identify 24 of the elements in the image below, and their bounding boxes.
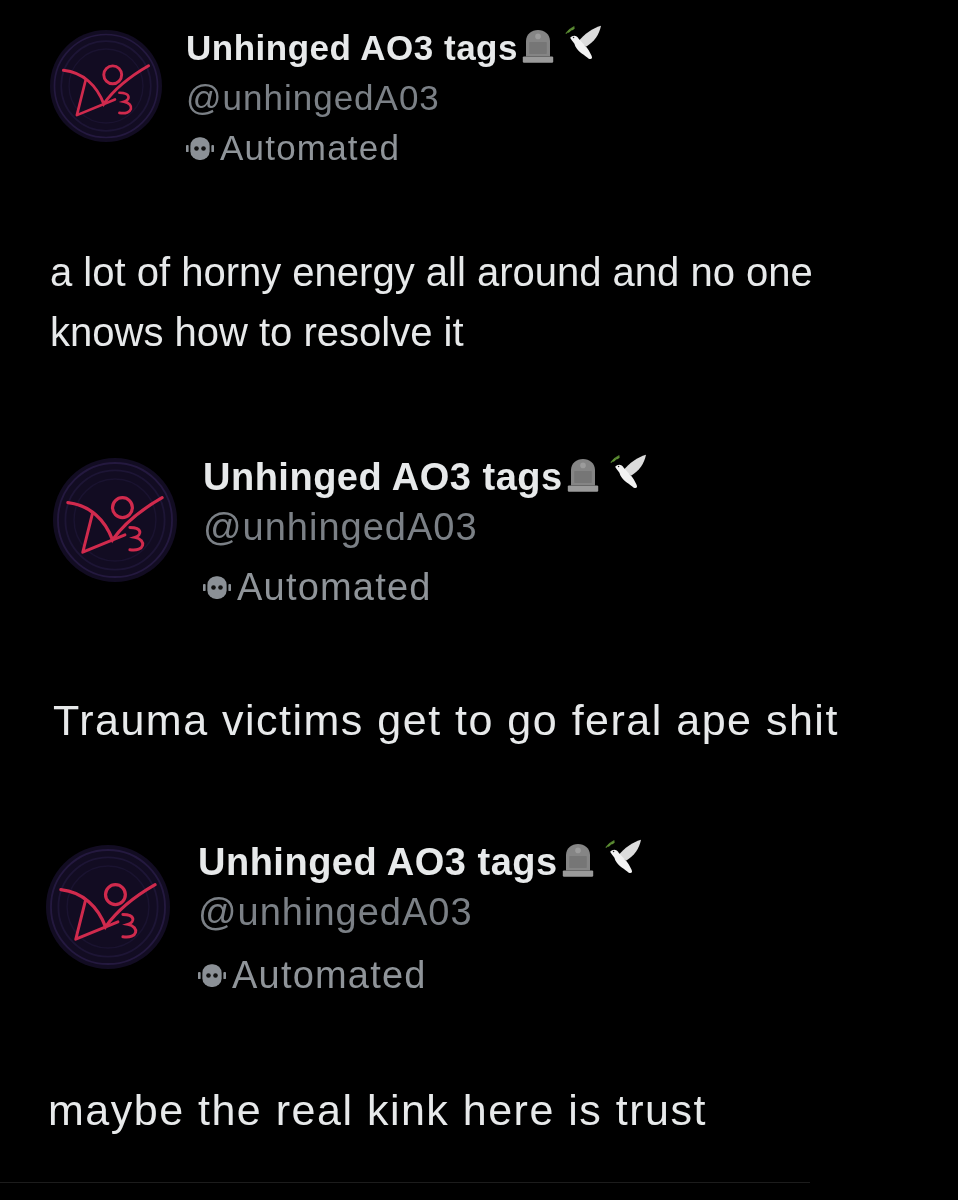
- post-text: Trauma victims get to go feral ape shit: [53, 695, 840, 746]
- display-name: Unhinged AO3 tags: [186, 27, 518, 69]
- robot-icon: [203, 574, 231, 600]
- user-handle[interactable]: @unhingedA03: [186, 73, 602, 123]
- logo-avatar-icon: [50, 30, 162, 142]
- display-name: Unhinged AO3 tags: [198, 841, 558, 883]
- tombstone-icon: [561, 843, 594, 877]
- user-handle[interactable]: @unhingedA03: [198, 887, 642, 937]
- post-text: maybe the real kink here is trust: [47, 1085, 708, 1136]
- dove-icon: [563, 25, 602, 61]
- logo-avatar-icon: [46, 845, 170, 969]
- post-text: a lot of horny energy all around and no one knows how to resolve it: [50, 249, 814, 356]
- robot-icon: [186, 135, 214, 161]
- robot-icon: [198, 962, 226, 988]
- automated-label: Automated: [220, 127, 401, 169]
- automated-label: Automated: [237, 566, 432, 608]
- dove-icon: [603, 839, 642, 875]
- tombstone-icon: [521, 29, 554, 63]
- logo-avatar-icon: [53, 458, 177, 582]
- user-handle[interactable]: @unhingedA03: [203, 502, 647, 552]
- automated-label: Automated: [232, 954, 427, 996]
- tombstone-icon: [566, 458, 599, 492]
- dove-icon: [608, 454, 647, 490]
- display-name: Unhinged AO3 tags: [203, 456, 563, 498]
